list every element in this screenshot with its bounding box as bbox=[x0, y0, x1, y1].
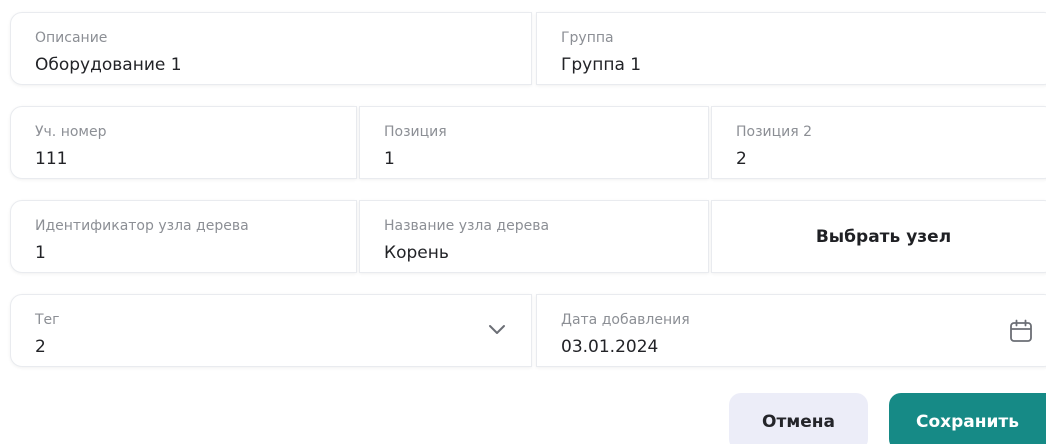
tag-select[interactable]: Тег 2 bbox=[10, 294, 532, 367]
save-button[interactable]: Сохранить bbox=[889, 393, 1046, 444]
tree-node-id-field[interactable]: Идентификатор узла дерева 1 bbox=[10, 200, 357, 273]
calendar-icon[interactable] bbox=[1008, 318, 1034, 344]
position-value[interactable]: 1 bbox=[384, 149, 395, 169]
tag-value: 2 bbox=[35, 337, 46, 357]
chevron-down-icon[interactable] bbox=[487, 323, 507, 337]
group-field[interactable]: Группа Группа 1 bbox=[536, 12, 1046, 85]
tree-node-id-value[interactable]: 1 bbox=[35, 243, 46, 263]
group-value[interactable]: Группа 1 bbox=[561, 55, 641, 75]
accounting-number-value[interactable]: 111 bbox=[35, 149, 67, 169]
accounting-number-label: Уч. номер bbox=[35, 124, 107, 140]
date-added-field[interactable]: Дата добавления 03.01.2024 bbox=[536, 294, 1046, 367]
cancel-button[interactable]: Отмена bbox=[729, 393, 868, 444]
equipment-form: Описание Оборудование 1 Группа Группа 1 … bbox=[0, 0, 1046, 444]
select-node-button[interactable]: Выбрать узел bbox=[711, 200, 1046, 273]
tree-node-name-label: Название узла дерева bbox=[384, 218, 550, 234]
date-added-value[interactable]: 03.01.2024 bbox=[561, 337, 658, 357]
accounting-number-field[interactable]: Уч. номер 111 bbox=[10, 106, 357, 179]
position2-value[interactable]: 2 bbox=[736, 149, 747, 169]
position-label: Позиция bbox=[384, 124, 447, 140]
position2-label: Позиция 2 bbox=[736, 124, 813, 140]
description-label: Описание bbox=[35, 30, 108, 46]
date-added-label: Дата добавления bbox=[561, 312, 690, 328]
position-field[interactable]: Позиция 1 bbox=[359, 106, 709, 179]
description-value[interactable]: Оборудование 1 bbox=[35, 55, 182, 75]
tree-node-id-label: Идентификатор узла дерева bbox=[35, 218, 249, 234]
description-field[interactable]: Описание Оборудование 1 bbox=[10, 12, 532, 85]
position2-field[interactable]: Позиция 2 2 bbox=[711, 106, 1046, 179]
tree-node-name-value[interactable]: Корень bbox=[384, 243, 449, 263]
tag-label: Тег bbox=[35, 312, 60, 328]
tree-node-name-field[interactable]: Название узла дерева Корень bbox=[359, 200, 709, 273]
group-label: Группа bbox=[561, 30, 614, 46]
